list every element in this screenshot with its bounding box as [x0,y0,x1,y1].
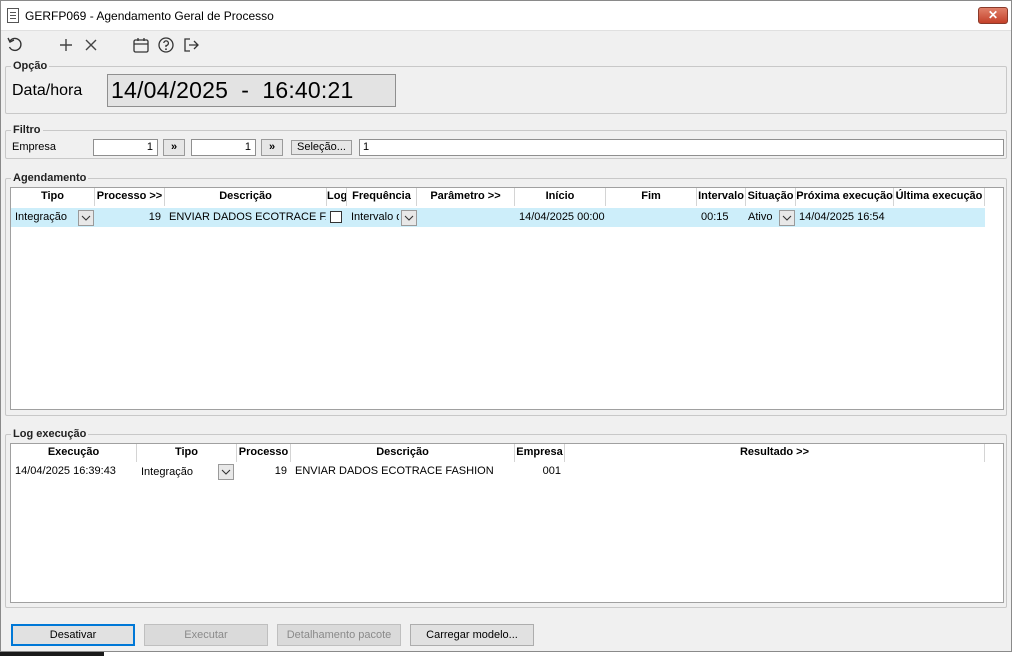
col-intervalo[interactable]: Intervalo [697,188,746,206]
cell-frequencia[interactable]: Intervalo de minutos [351,208,399,227]
col-proxima-execucao[interactable]: Próxima execução [796,188,894,206]
cell-intervalo[interactable]: 00:15 [701,208,745,227]
col-log[interactable]: Log [327,188,347,206]
col-inicio[interactable]: Início [515,188,606,206]
empresa-to-field[interactable]: 1 [191,139,256,156]
log-execucao-header: Execução Tipo Processo Descrição Empresa… [11,444,1003,462]
opcao-group: Opção Data/hora 14/04/2025 - 16:40:21 [5,60,1007,114]
log-execucao-grid: Execução Tipo Processo Descrição Empresa… [10,443,1004,603]
carregar-modelo-button[interactable]: Carregar modelo... [410,624,534,646]
help-icon[interactable] [156,35,176,55]
calendar-icon[interactable] [131,35,151,55]
col-log-empresa[interactable]: Empresa [515,444,565,462]
cell-log-descricao[interactable]: ENVIAR DADOS ECOTRACE FASHION [295,462,513,481]
cell-inicio[interactable]: 14/04/2025 00:00 [519,208,605,227]
cell-log-tipo[interactable]: Integração [141,463,217,482]
log-execucao-legend: Log execução [11,428,89,440]
agendamento-header: Tipo Processo >> Descrição Log Frequênci… [11,188,1003,206]
background-edge [0,652,104,656]
add-icon[interactable] [56,35,76,55]
col-descricao[interactable]: Descrição [165,188,327,206]
log-execucao-row[interactable]: 14/04/2025 16:39:43 Integração 19 ENVIAR… [11,462,985,481]
desativar-button[interactable]: Desativar [11,624,135,646]
col-processo[interactable]: Processo >> [95,188,165,206]
document-icon [7,8,19,23]
selecao-button[interactable]: Seleção... [291,140,352,155]
situacao-dropdown-button[interactable] [779,210,795,226]
col-frequencia[interactable]: Frequência [347,188,417,206]
cell-ultima-execucao[interactable] [898,208,984,227]
cell-descricao[interactable]: ENVIAR DADOS ECOTRACE FASHION [169,208,326,227]
datetime-label: Data/hora [12,82,83,99]
filtro-legend: Filtro [11,124,43,136]
col-log-descricao[interactable]: Descrição [291,444,515,462]
empresa-label: Empresa [12,141,57,153]
close-button[interactable]: ✕ [978,7,1008,24]
refresh-icon[interactable] [5,35,25,55]
col-fim[interactable]: Fim [606,188,697,206]
col-parametro[interactable]: Parâmetro >> [417,188,515,206]
delete-icon[interactable] [81,35,101,55]
window-title: GERFP069 - Agendamento Geral de Processo [25,9,274,23]
cell-log-processo[interactable]: 19 [237,462,287,481]
agendamento-row[interactable]: Integração 19 ENVIAR DADOS ECOTRACE FASH… [11,208,985,227]
frequencia-dropdown-button[interactable] [401,210,417,226]
log-tipo-dropdown-button[interactable] [218,464,234,480]
datetime-display: 14/04/2025 - 16:40:21 [107,74,396,107]
cell-parametro[interactable] [421,208,513,227]
empresa-from-field[interactable]: 1 [93,139,158,156]
detalhamento-pacote-button[interactable]: Detalhamento pacote [277,624,401,646]
filtro-group: Filtro Empresa 1 » 1 » Seleção... 1 [5,124,1007,159]
tipo-dropdown-button[interactable] [78,210,94,226]
chevron-down-icon [81,215,91,221]
col-tipo[interactable]: Tipo [11,188,95,206]
col-ultima-execucao[interactable]: Última execução [894,188,985,206]
cell-processo[interactable]: 19 [95,208,161,227]
col-log-resultado[interactable]: Resultado >> [565,444,985,462]
agendamento-grid: Tipo Processo >> Descrição Log Frequênci… [10,187,1004,410]
cell-fim[interactable] [610,208,696,227]
empresa-from-lookup-button[interactable]: » [163,139,185,156]
cell-situacao[interactable]: Ativo [748,208,778,227]
title-bar: GERFP069 - Agendamento Geral de Processo… [1,1,1011,31]
col-log-processo[interactable]: Processo [237,444,291,462]
cell-log-empresa[interactable]: 001 [515,462,561,481]
toolbar [1,32,1011,58]
executar-button[interactable]: Executar [144,624,268,646]
log-checkbox[interactable] [330,211,342,223]
chevron-down-icon [404,215,414,221]
empresa-to-lookup-button[interactable]: » [261,139,283,156]
log-execucao-group: Log execução Execução Tipo Processo Desc… [5,428,1007,608]
col-situacao[interactable]: Situação [746,188,796,206]
opcao-legend: Opção [11,60,50,72]
chevron-down-icon [782,215,792,221]
cell-log-execucao[interactable]: 14/04/2025 16:39:43 [15,462,135,481]
selection-field[interactable]: 1 [359,139,1004,156]
agendamento-legend: Agendamento [11,172,89,184]
cell-log-resultado[interactable] [569,462,983,481]
col-execucao[interactable]: Execução [11,444,137,462]
agendamento-group: Agendamento Tipo Processo >> Descrição L… [5,172,1007,416]
cell-proxima-execucao[interactable]: 14/04/2025 16:54 [799,208,893,227]
chevron-down-icon [221,469,231,475]
col-log-tipo[interactable]: Tipo [137,444,237,462]
exit-icon[interactable] [181,35,201,55]
main-window: GERFP069 - Agendamento Geral de Processo… [0,0,1012,652]
cell-tipo[interactable]: Integração [15,208,75,227]
